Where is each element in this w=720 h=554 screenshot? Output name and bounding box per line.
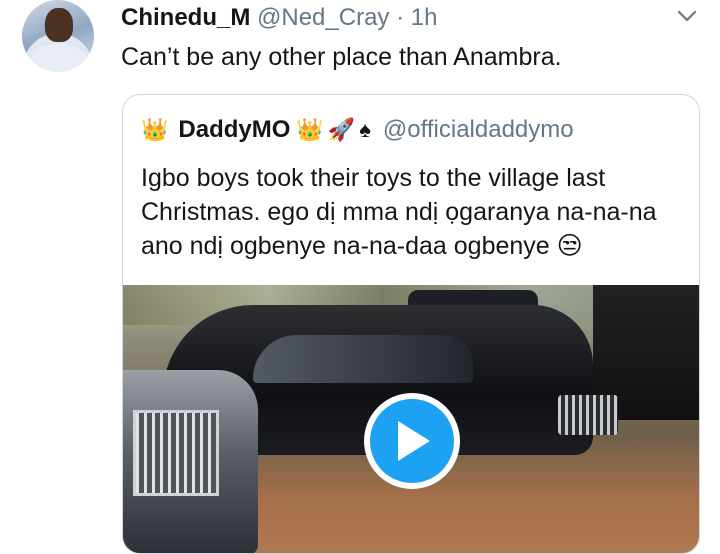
- silver-car: [123, 370, 258, 553]
- sedan-window: [253, 335, 473, 383]
- play-icon[interactable]: [364, 393, 460, 489]
- rocket-emoji: 🚀: [327, 117, 356, 142]
- sedan-grill: [558, 395, 618, 435]
- quoted-tweet-text: Igbo boys took their toys to the village…: [141, 164, 657, 260]
- tweet-text: Can’t be any other place than Anambra.: [121, 43, 562, 71]
- separator-dot: ·: [396, 4, 405, 31]
- quoted-tweet-header: 👑 DaddyMO 👑 🚀 ♠ @officialdaddymo: [141, 115, 574, 145]
- spade-emoji: ♠: [359, 117, 371, 142]
- display-name[interactable]: Chinedu_M: [121, 4, 250, 31]
- timestamp[interactable]: 1h: [411, 4, 438, 31]
- silver-car-grill: [133, 410, 219, 496]
- avatar[interactable]: [22, 0, 94, 72]
- crown-emoji-left: 👑: [141, 117, 169, 142]
- quoted-tweet-card[interactable]: 👑 DaddyMO 👑 🚀 ♠ @officialdaddymo Igbo bo…: [122, 94, 700, 554]
- tweet-header: Chinedu_M @Ned_Cray · 1h: [121, 4, 437, 32]
- video-thumbnail[interactable]: [123, 285, 699, 553]
- crown-emoji-right: 👑: [296, 117, 324, 142]
- quoted-user-handle[interactable]: @officialdaddymo: [383, 115, 574, 145]
- quoted-display-name[interactable]: DaddyMO: [178, 115, 290, 145]
- chevron-down-icon[interactable]: [676, 8, 698, 24]
- avatar-shirt: [30, 44, 88, 72]
- avatar-face: [45, 8, 73, 42]
- user-handle[interactable]: @Ned_Cray: [257, 4, 389, 31]
